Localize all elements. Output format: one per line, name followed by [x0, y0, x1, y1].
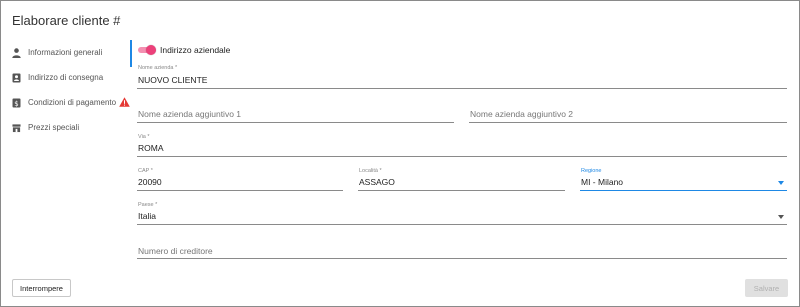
chevron-down-icon	[778, 215, 784, 219]
person-icon	[12, 47, 21, 58]
sidebar-item-label: Indirizzo di consegna	[28, 73, 104, 82]
active-section-indicator	[130, 40, 132, 67]
street-field[interactable]: Via * ROMA	[137, 133, 787, 157]
sidebar-item-label: Informazioni generali	[28, 48, 103, 57]
region-select[interactable]: Regione MI - Milano	[580, 167, 787, 191]
additional-company-name-1-placeholder: Nome azienda aggiuntivo 1	[138, 109, 242, 119]
company-name-label: Nome azienda *	[138, 65, 178, 71]
additional-company-name-2-placeholder: Nome azienda aggiuntivo 2	[470, 109, 574, 119]
cancel-button[interactable]: Interrompere	[12, 279, 71, 297]
company-address-toggle[interactable]	[138, 45, 156, 55]
city-value: ASSAGO	[359, 177, 395, 187]
zip-label: CAP *	[138, 168, 153, 174]
street-value: ROMA	[138, 143, 164, 153]
save-button[interactable]: Salvare	[745, 279, 788, 297]
warning-icon	[119, 96, 130, 109]
sidebar-item-delivery-address[interactable]: Indirizzo di consegna	[6, 65, 131, 90]
sidebar-item-special-prices[interactable]: Prezzi speciali	[6, 115, 131, 140]
city-label: Località *	[359, 168, 382, 174]
sidebar: Informazioni generali Indirizzo di conse…	[6, 40, 131, 140]
company-name-value: NUOVO CLIENTE	[138, 75, 208, 85]
country-value: Italia	[138, 211, 156, 221]
zip-value: 20090	[138, 177, 162, 187]
city-field[interactable]: Località * ASSAGO	[358, 167, 565, 191]
shop-icon	[12, 123, 21, 133]
zip-field[interactable]: CAP * 20090	[137, 167, 343, 191]
additional-company-name-2-field[interactable]: Nome azienda aggiuntivo 2	[469, 106, 787, 123]
chevron-down-icon	[778, 181, 784, 185]
sidebar-item-general-info[interactable]: Informazioni generali	[6, 40, 131, 65]
dollar-doc-icon: $	[12, 98, 21, 108]
svg-text:$: $	[14, 100, 18, 108]
street-label: Via *	[138, 134, 150, 140]
contact-card-icon	[12, 73, 21, 83]
creditor-number-placeholder: Numero di creditore	[138, 246, 213, 256]
company-address-toggle-label: Indirizzo aziendale	[160, 45, 231, 55]
dialog-title: Elaborare cliente #	[12, 13, 121, 28]
additional-company-name-1-field[interactable]: Nome azienda aggiuntivo 1	[137, 106, 454, 123]
toggle-thumb	[146, 45, 156, 55]
country-select[interactable]: Paese * Italia	[137, 201, 787, 225]
company-name-field[interactable]: Nome azienda * NUOVO CLIENTE	[137, 64, 787, 89]
region-label: Regione	[581, 168, 602, 174]
region-value: MI - Milano	[581, 177, 624, 187]
creditor-number-field[interactable]: Numero di creditore	[137, 243, 787, 259]
sidebar-item-label: Condizioni di pagamento	[28, 98, 117, 107]
country-label: Paese *	[138, 202, 158, 208]
sidebar-item-label: Prezzi speciali	[28, 123, 80, 132]
sidebar-item-payment-terms[interactable]: $ Condizioni di pagamento	[6, 90, 131, 115]
